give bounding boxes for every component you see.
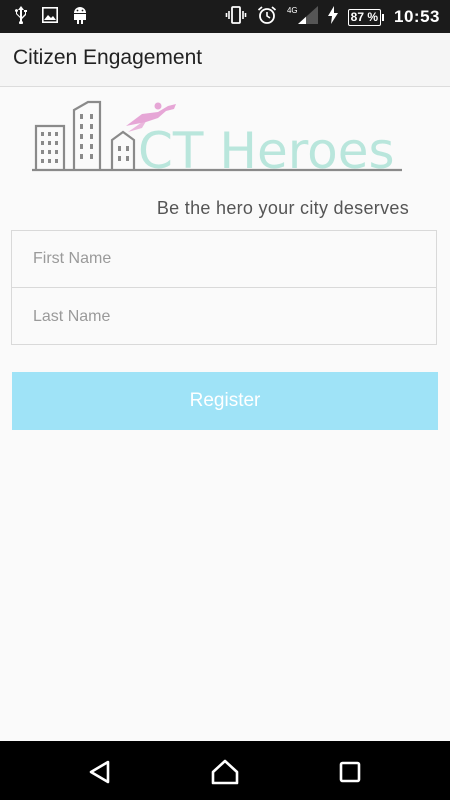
signal-icon [297,5,318,29]
android-icon [72,6,88,29]
first-name-row [12,231,436,288]
last-name-row [12,288,436,345]
register-button[interactable]: Register [12,372,438,430]
battery-cap [382,13,385,21]
system-nav-bar [0,741,450,800]
image-icon [42,7,58,28]
battery-percent: 87 % [347,8,382,26]
network-type-label: 4G [286,5,298,15]
home-icon[interactable] [210,758,239,786]
recent-apps-icon[interactable] [336,758,364,786]
charging-icon [327,5,338,29]
alarm-icon [257,5,277,30]
first-name-input[interactable] [12,231,436,287]
battery-indicator: 87 % [347,8,385,26]
registration-form [11,230,437,345]
back-icon[interactable] [86,758,114,786]
clock: 10:53 [394,7,440,26]
usb-icon [14,6,28,29]
logo-text: CT Heroes [138,122,395,178]
vibrate-icon [225,5,247,29]
logo-tagline: Be the hero your city deserves [156,198,409,218]
logo-graphic: CT Heroes [32,100,402,180]
last-name-input[interactable] [12,288,436,345]
app-bar: Citizen Engagement [0,33,450,87]
app-title: Citizen Engagement [13,46,203,69]
ct-heroes-logo: CT Heroes [30,96,420,180]
status-bar: 4G 87 % 10:53 [0,0,450,33]
